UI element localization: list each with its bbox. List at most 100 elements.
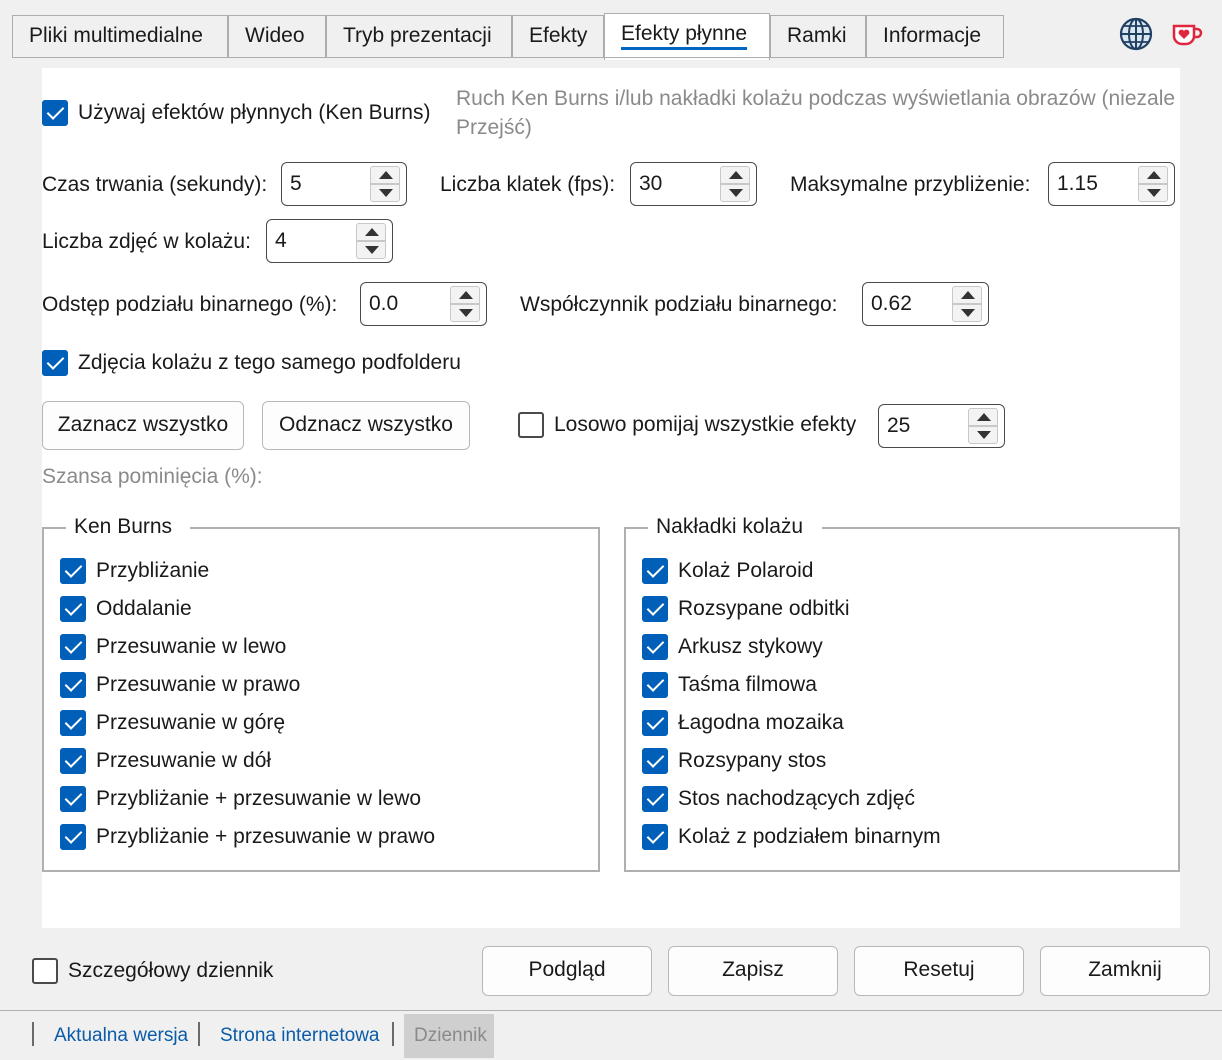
binary-ratio-spinbox[interactable]: 0.62 [862, 282, 989, 326]
collage-item-label[interactable]: Arkusz stykowy [678, 635, 823, 659]
random-skip-value[interactable]: 25 [887, 414, 910, 438]
tab-smooth-effects[interactable]: Efekty płynne [604, 13, 770, 60]
collage-item-checkbox[interactable] [642, 596, 668, 622]
ken-burns-item-label[interactable]: Przesuwanie w górę [96, 711, 285, 735]
collage-item-label[interactable]: Stos nachodzących zdjęć [678, 787, 915, 811]
collage-item-label[interactable]: Rozsypane odbitki [678, 597, 850, 621]
ken-burns-item-checkbox[interactable] [60, 748, 86, 774]
duration-label: Czas trwania (sekundy): [42, 173, 268, 196]
tab-video[interactable]: Wideo [228, 15, 326, 58]
binary-gap-value[interactable]: 0.0 [369, 292, 398, 316]
website-link[interactable]: Strona internetowa [220, 1025, 380, 1047]
ken-burns-item-label[interactable]: Przesuwanie w dół [96, 749, 271, 773]
tab-info[interactable]: Informacje [866, 15, 1004, 58]
spin-up-icon[interactable] [720, 166, 750, 184]
ken-burns-item-label[interactable]: Oddalanie [96, 597, 192, 621]
random-skip-checkbox[interactable] [518, 412, 544, 438]
spin-down-icon[interactable] [1138, 184, 1168, 202]
spin-up-icon[interactable] [356, 223, 386, 241]
collage-item-checkbox[interactable] [642, 786, 668, 812]
collage-item-label[interactable]: Rozsypany stos [678, 749, 826, 773]
spin-up-icon[interactable] [952, 286, 982, 304]
ken-burns-item-label[interactable]: Przybliżanie + przesuwanie w prawo [96, 825, 435, 849]
spin-down-icon[interactable] [952, 304, 982, 322]
same-subfolder-label[interactable]: Zdjęcia kolażu z tego samego podfolderu [78, 351, 461, 375]
ken-burns-item-label[interactable]: Przesuwanie w lewo [96, 635, 286, 659]
collage-count-spinbox[interactable]: 4 [266, 219, 393, 263]
tab-effects[interactable]: Efekty [512, 15, 604, 58]
collage-count-value[interactable]: 4 [275, 229, 287, 253]
random-skip-label[interactable]: Losowo pomijaj wszystkie efekty [554, 413, 856, 437]
ken-burns-item-label[interactable]: Przybliżanie [96, 559, 209, 583]
spin-up-icon[interactable] [370, 166, 400, 184]
save-button[interactable]: Zapisz [668, 946, 838, 996]
verbose-log-label[interactable]: Szczegółowy dziennik [68, 959, 273, 983]
fps-spinbox[interactable]: 30 [630, 162, 757, 206]
log-button-label: Dziennik [414, 1025, 487, 1046]
collage-item-checkbox[interactable] [642, 672, 668, 698]
fps-value[interactable]: 30 [639, 172, 662, 196]
collage-item-label[interactable]: Kolaż Polaroid [678, 559, 813, 583]
tab-label: Pliki multimedialne [29, 24, 203, 47]
collage-item-checkbox[interactable] [642, 748, 668, 774]
spin-up-icon[interactable] [1138, 166, 1168, 184]
collage-count-label: Liczba zdjęć w kolażu: [42, 230, 251, 253]
description-text: Ruch Ken Burns i/lub nakładki kolażu pod… [456, 87, 1176, 110]
spin-down-icon[interactable] [968, 426, 998, 444]
collage-item-checkbox[interactable] [642, 710, 668, 736]
separator [198, 1022, 200, 1046]
collage-item-label[interactable]: Kolaż z podziałem binarnym [678, 825, 941, 849]
spin-down-icon[interactable] [450, 304, 480, 322]
description-text-2: Przejść) [456, 116, 532, 139]
ken-burns-item-checkbox[interactable] [60, 596, 86, 622]
spin-down-icon[interactable] [720, 184, 750, 202]
binary-ratio-value[interactable]: 0.62 [871, 292, 912, 316]
ken-burns-item-label[interactable]: Przesuwanie w prawo [96, 673, 300, 697]
tab-presentation-mode[interactable]: Tryb prezentacji [326, 15, 512, 58]
deselect-all-button[interactable]: Odznacz wszystko [262, 401, 470, 450]
same-subfolder-checkbox[interactable] [42, 350, 68, 376]
group-border [42, 527, 66, 529]
binary-gap-spinbox[interactable]: 0.0 [360, 282, 487, 326]
binary-gap-label: Odstęp podziału binarnego (%): [42, 293, 338, 316]
collage-item-checkbox[interactable] [642, 558, 668, 584]
current-version-link[interactable]: Aktualna wersja [54, 1025, 188, 1047]
collage-group-title: Nakładki kolażu [656, 515, 804, 538]
verbose-log-checkbox[interactable] [32, 958, 58, 984]
collage-item-checkbox[interactable] [642, 634, 668, 660]
collage-item-checkbox[interactable] [642, 824, 668, 850]
spin-up-icon[interactable] [968, 408, 998, 426]
max-zoom-spinbox[interactable]: 1.15 [1048, 162, 1175, 206]
reset-button[interactable]: Resetuj [854, 946, 1024, 996]
ken-burns-item-checkbox[interactable] [60, 558, 86, 584]
random-skip-spinbox[interactable]: 25 [878, 404, 1005, 448]
tab-label: Ramki [787, 24, 847, 47]
coffee-heart-icon[interactable] [1170, 20, 1204, 50]
collage-item-label[interactable]: Taśma filmowa [678, 673, 817, 697]
collage-item-label[interactable]: Łagodna mozaika [678, 711, 844, 735]
tab-label: Wideo [245, 24, 305, 47]
select-all-button[interactable]: Zaznacz wszystko [42, 401, 244, 450]
spin-down-icon[interactable] [356, 241, 386, 259]
spin-up-icon[interactable] [450, 286, 480, 304]
ken-burns-item-checkbox[interactable] [60, 786, 86, 812]
tab-media-files[interactable]: Pliki multimedialne [12, 15, 228, 58]
use-smooth-effects-checkbox[interactable] [42, 100, 68, 126]
duration-value[interactable]: 5 [290, 172, 302, 196]
ken-burns-item-label[interactable]: Przybliżanie + przesuwanie w lewo [96, 787, 421, 811]
close-button[interactable]: Zamknij [1040, 946, 1210, 996]
ken-burns-item-checkbox[interactable] [60, 672, 86, 698]
globe-icon[interactable] [1118, 16, 1154, 52]
preview-button[interactable]: Podgląd [482, 946, 652, 996]
use-smooth-effects-label[interactable]: Używaj efektów płynnych (Ken Burns) [78, 101, 430, 125]
ken-burns-item-checkbox[interactable] [60, 824, 86, 850]
max-zoom-value[interactable]: 1.15 [1057, 172, 1098, 196]
ken-burns-item-checkbox[interactable] [60, 710, 86, 736]
duration-spinbox[interactable]: 5 [281, 162, 407, 206]
spin-down-icon[interactable] [370, 184, 400, 202]
ken-burns-item-checkbox[interactable] [60, 634, 86, 660]
ken-burns-group-title: Ken Burns [74, 515, 173, 538]
tab-frames[interactable]: Ramki [770, 15, 866, 58]
tab-label: Efekty [529, 24, 588, 47]
max-zoom-label: Maksymalne przybliżenie: [790, 173, 1031, 196]
